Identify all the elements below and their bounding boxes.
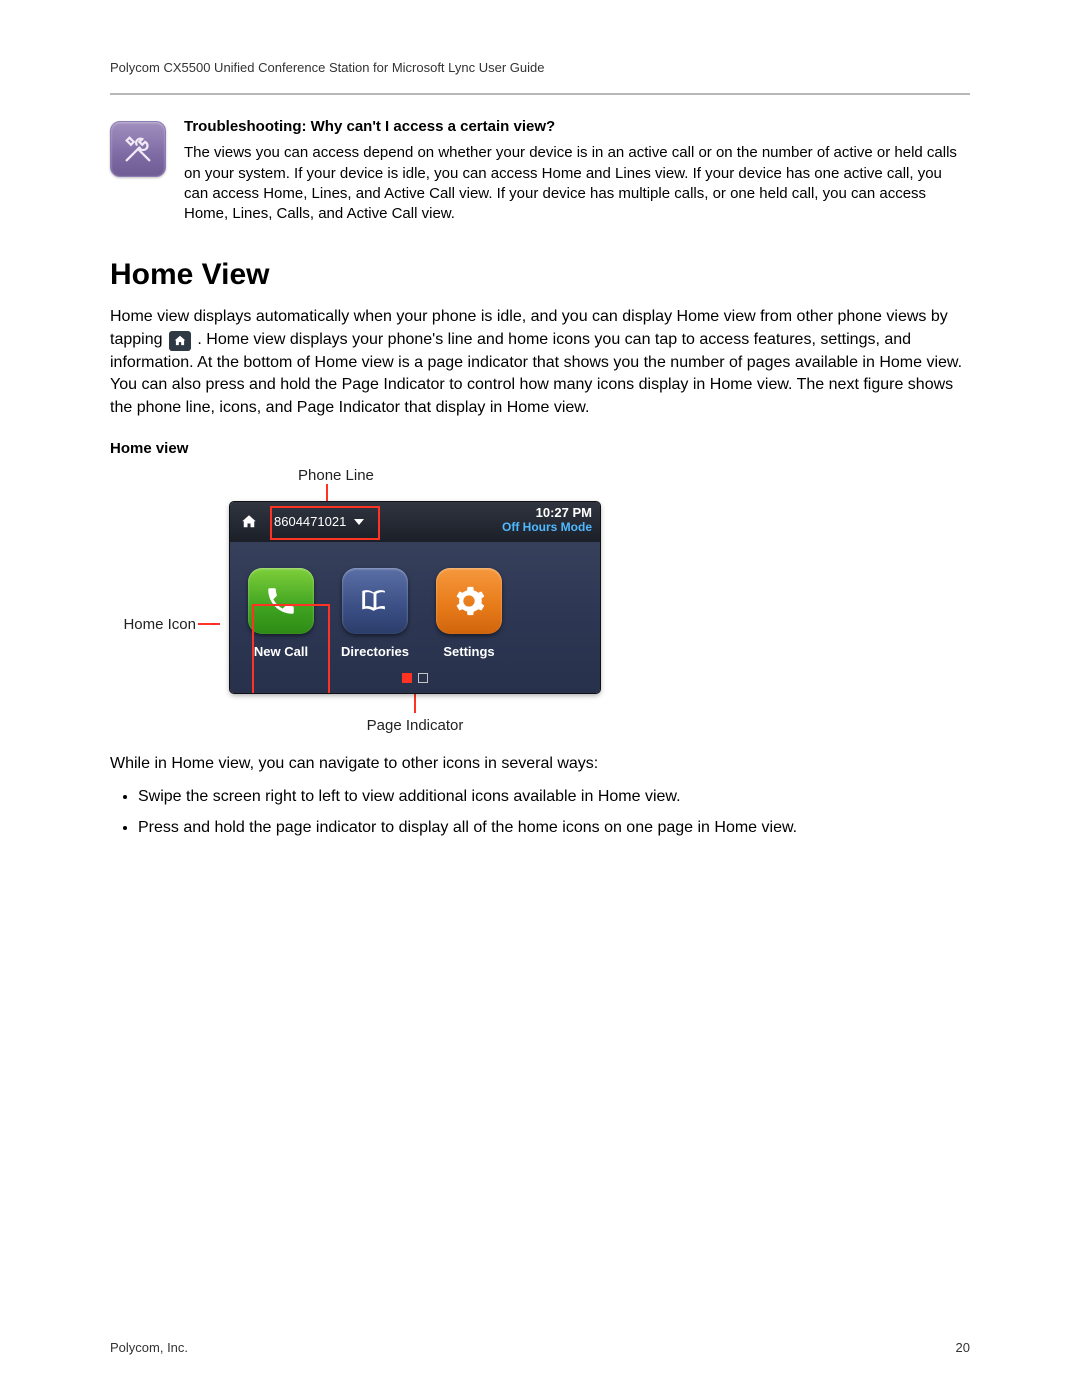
gear-icon	[436, 568, 502, 634]
device-body: New Call Directories Settings	[230, 542, 600, 665]
chevron-down-icon	[354, 519, 364, 525]
callout-line-left	[198, 623, 220, 625]
phone-line-number: 8604471021	[274, 514, 346, 529]
tile-label: Settings	[434, 644, 504, 659]
nav-intro: While in Home view, you can navigate to …	[110, 752, 970, 775]
footer-page-number: 20	[956, 1340, 970, 1355]
para-part-b: . Home view displays your phone's line a…	[110, 331, 962, 416]
device-home-button[interactable]	[236, 509, 262, 535]
list-item: Swipe the screen right to left to view a…	[138, 785, 970, 810]
phone-icon	[248, 568, 314, 634]
device-topbar: 8604471021 10:27 PM Off Hours Mode	[230, 502, 600, 542]
book-icon	[342, 568, 408, 634]
footer-company: Polycom, Inc.	[110, 1340, 188, 1355]
section-title: Home View	[110, 258, 970, 292]
tile-new-call[interactable]: New Call	[246, 568, 316, 659]
callout-line-top	[326, 484, 328, 502]
figure-caption: Home view	[110, 440, 970, 457]
section-paragraph: Home view displays automatically when yo…	[110, 306, 970, 420]
callout-home-icon-label: Home Icon	[110, 616, 198, 633]
device-screen: 8604471021 10:27 PM Off Hours Mode N	[230, 502, 600, 693]
status-mode: Off Hours Mode	[502, 521, 592, 535]
document-header: Polycom CX5500 Unified Conference Statio…	[110, 60, 970, 93]
callout-phone-line-label: Phone Line	[298, 467, 374, 484]
troubleshooting-note: Troubleshooting: Why can't I access a ce…	[110, 117, 970, 224]
tile-label: Directories	[340, 644, 410, 659]
list-item: Press and hold the page indicator to dis…	[138, 816, 970, 841]
note-body: The views you can access depend on wheth…	[184, 143, 970, 224]
nav-bullet-list: Swipe the screen right to left to view a…	[138, 785, 970, 841]
note-content: Troubleshooting: Why can't I access a ce…	[184, 117, 970, 224]
callout-page-indicator-label: Page Indicator	[367, 717, 464, 734]
phone-line-dropdown[interactable]: 8604471021	[270, 512, 370, 531]
clock-time: 10:27 PM	[502, 506, 592, 521]
header-divider	[110, 93, 970, 95]
figure-column: Phone Line 8604471021 10:27 PM Off Hours…	[230, 467, 600, 734]
callout-left: Home Icon	[110, 616, 220, 633]
tools-icon	[110, 121, 166, 177]
pager-dot-inactive	[418, 673, 428, 683]
tile-label: New Call	[246, 644, 316, 659]
page: Polycom CX5500 Unified Conference Statio…	[0, 0, 1080, 1397]
home-icon	[169, 331, 191, 351]
tile-directories[interactable]: Directories	[340, 568, 410, 659]
tile-settings[interactable]: Settings	[434, 568, 504, 659]
callout-line-bottom	[414, 693, 416, 713]
home-view-figure: Home Icon Phone Line 8604471021 10:27 PM	[110, 467, 970, 734]
page-indicator[interactable]	[230, 665, 600, 693]
note-title: Troubleshooting: Why can't I access a ce…	[184, 117, 970, 137]
page-footer: Polycom, Inc. 20	[110, 1340, 970, 1355]
topbar-status: 10:27 PM Off Hours Mode	[502, 506, 592, 535]
pager-dot-active	[402, 673, 412, 683]
